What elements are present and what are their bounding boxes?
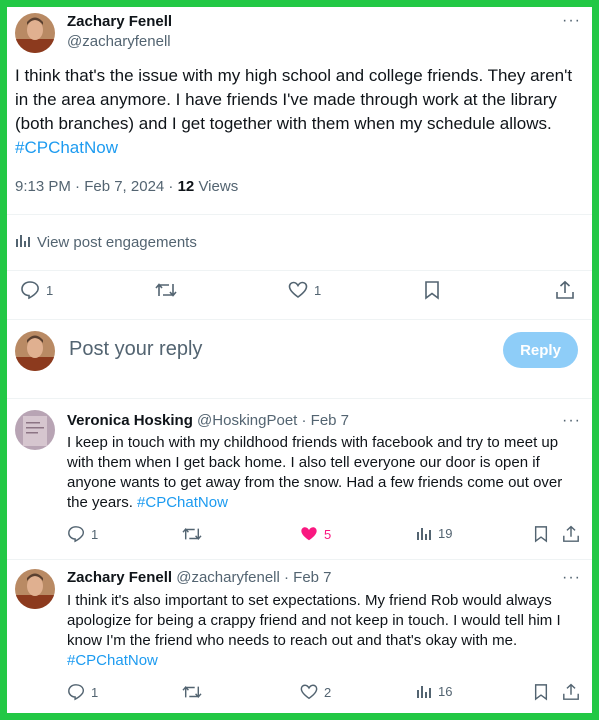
bookmark-action[interactable] (423, 280, 441, 300)
hashtag-link[interactable]: #CPChatNow (15, 138, 118, 157)
post-meta: 9:13 PM · Feb 7, 2024 · 12 Views (15, 178, 238, 195)
repost-action[interactable] (155, 280, 177, 300)
bookmark-action[interactable] (533, 683, 549, 701)
reply-body: I think it's also important to set expec… (67, 592, 561, 649)
like-count: 1 (314, 282, 322, 298)
post-date[interactable]: · Feb 7 (302, 412, 350, 429)
repost-icon (182, 525, 202, 543)
reply-action[interactable]: 1 (67, 683, 98, 701)
share-action[interactable] (562, 525, 580, 543)
post-timestamp[interactable]: 9:13 PM · Feb 7, 2024 · (15, 178, 178, 195)
post-date[interactable]: · Feb 7 (284, 569, 332, 586)
share-action[interactable] (555, 280, 575, 300)
avatar[interactable] (15, 331, 55, 371)
reply-button[interactable]: Reply (503, 332, 578, 368)
post-thread: Zachary Fenell @zacharyfenell ··· I thin… (7, 7, 592, 713)
post-body: I think that's the issue with my high sc… (15, 66, 573, 133)
more-options-icon[interactable]: ··· (562, 12, 581, 30)
heart-icon (288, 280, 308, 300)
views-count: 12 (177, 178, 195, 195)
author-handle[interactable]: @zacharyfenell (67, 33, 171, 50)
reply-input[interactable]: Post your reply (69, 338, 202, 361)
divider (7, 319, 592, 320)
avatar[interactable] (15, 569, 55, 609)
reply-count: 1 (91, 684, 99, 700)
views-label: Views (198, 178, 239, 195)
divider (7, 559, 592, 560)
divider (7, 214, 592, 215)
post-text: I think that's the issue with my high sc… (15, 64, 575, 160)
repost-icon (182, 683, 202, 701)
hashtag-link[interactable]: #CPChatNow (67, 652, 158, 669)
reply-header: Veronica Hosking @HoskingPoet · Feb 7 (67, 412, 349, 429)
share-icon (562, 683, 580, 701)
more-options-icon[interactable]: ··· (562, 412, 581, 430)
analytics-icon (15, 232, 31, 252)
share-action[interactable] (562, 683, 580, 701)
views-action[interactable]: 16 (416, 683, 452, 699)
views-count: 16 (438, 683, 453, 699)
like-action[interactable]: 1 (288, 280, 321, 300)
author-name[interactable]: Veronica Hosking (67, 412, 193, 429)
author-handle[interactable]: @HoskingPoet (197, 412, 297, 429)
reply-icon (67, 683, 85, 701)
analytics-icon (416, 683, 432, 699)
like-count: 5 (324, 526, 332, 542)
author-handle[interactable]: @zacharyfenell (176, 569, 280, 586)
share-icon (562, 525, 580, 543)
divider (7, 398, 592, 399)
views-count: 19 (438, 525, 453, 541)
hashtag-link[interactable]: #CPChatNow (137, 494, 228, 511)
divider (7, 270, 592, 271)
repost-icon (155, 280, 177, 300)
repost-action[interactable] (182, 683, 202, 701)
heart-icon (300, 525, 318, 543)
reply-header: Zachary Fenell @zacharyfenell · Feb 7 (67, 569, 332, 586)
repost-action[interactable] (182, 525, 202, 543)
reply-text: I think it's also important to set expec… (67, 591, 582, 671)
bookmark-icon (533, 525, 549, 543)
heart-icon (300, 683, 318, 701)
share-icon (555, 280, 575, 300)
reply-action[interactable]: 1 (20, 280, 53, 300)
reply-count: 1 (91, 526, 99, 542)
more-options-icon[interactable]: ··· (562, 569, 581, 587)
reply-icon (20, 280, 40, 300)
reply-count: 1 (46, 282, 54, 298)
reply-icon (67, 525, 85, 543)
reply-action[interactable]: 1 (67, 525, 98, 543)
like-action[interactable]: 2 (300, 683, 331, 701)
avatar[interactable] (15, 13, 55, 53)
avatar[interactable] (15, 410, 55, 450)
views-action[interactable]: 19 (416, 525, 452, 541)
analytics-icon (416, 525, 432, 541)
reply-text: I keep in touch with my childhood friend… (67, 433, 582, 513)
bookmark-action[interactable] (533, 525, 549, 543)
bookmark-icon (533, 683, 549, 701)
engagements-label: View post engagements (37, 233, 197, 251)
like-action[interactable]: 5 (300, 525, 331, 543)
author-name[interactable]: Zachary Fenell (67, 569, 172, 586)
bookmark-icon (423, 280, 441, 300)
view-engagements-link[interactable]: View post engagements (15, 232, 197, 252)
like-count: 2 (324, 684, 332, 700)
author-name[interactable]: Zachary Fenell (67, 13, 172, 30)
